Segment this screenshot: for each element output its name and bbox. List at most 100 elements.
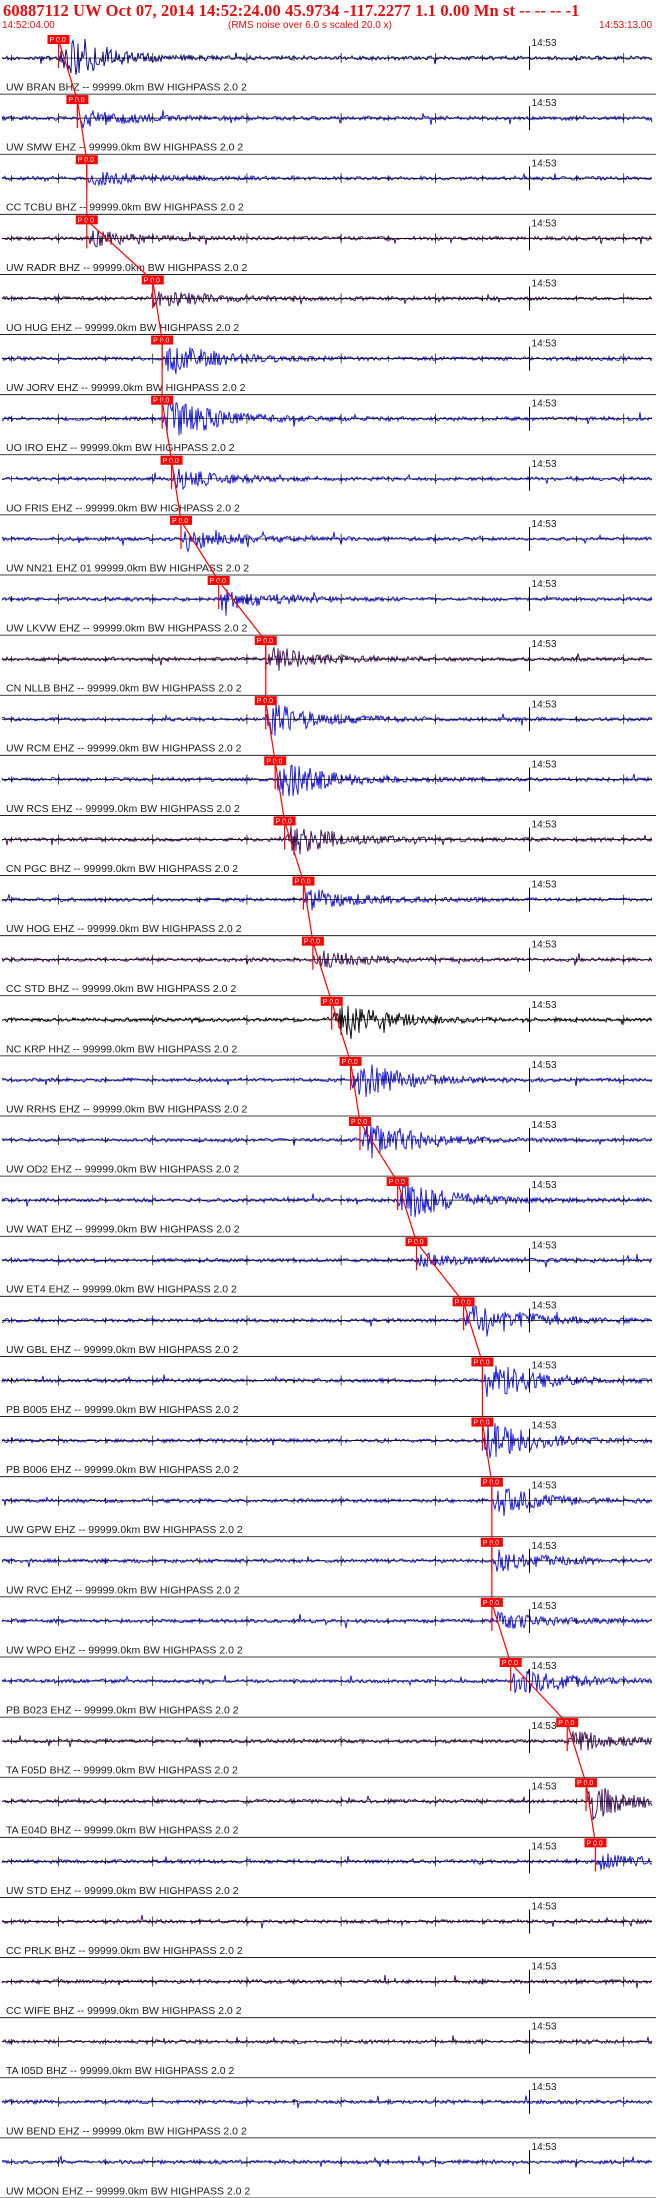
trace-35: 14:53 UW MOON EHZ -- 99999.0km BW HIGHPAS… (0, 2142, 656, 2198)
waveform-26 (1, 1610, 653, 1629)
trace-20: 14:53 UW ET4 EHZ -- 99999.0km BW HIGHPASS… (0, 1240, 656, 1297)
trace-label-0: UW BRAN BHZ -- 99999.0km BW HIGHPASS 2.0… (6, 82, 247, 94)
trace-12: 14:53 UW RCS EHZ -- 99999.0km BW HIGHPASS… (0, 759, 656, 816)
pick-label-23: P 0.0 (473, 1420, 489, 1427)
trace-label-9: UW LKVW EHZ -- 99999.0km BW HIGHPASS 2.0… (6, 623, 248, 635)
trace-26: 14:53 UW WPO EHZ -- 99999.0km BW HIGHPASS… (0, 1601, 656, 1658)
trace-label-13: CN PGC BHZ -- 99999.0km BW HIGHPASS 2.0 … (6, 863, 238, 875)
waveform-2 (1, 171, 653, 186)
pick-connector (312, 941, 333, 1002)
trace-32: 14:53 CC WIFE BHZ -- 99999.0km BW HIGHPAS… (0, 1962, 656, 2019)
seismogram-plot: 14:53 UW BRAN BHZ -- 99999.0km BW HIGHPAS… (0, 35, 656, 2198)
pick-label-28: P 0.0 (558, 1720, 574, 1727)
trace-8: 14:53UW NN21 EHZ 01 99999.0km BW HIGHPAS… (0, 519, 656, 576)
minute-tick-label: 14:53 (532, 1661, 557, 1672)
minute-tick-label: 14:53 (532, 399, 557, 410)
pick-label-22: P 0.0 (473, 1359, 489, 1366)
pick-label-8: P 0.0 (172, 518, 188, 525)
pick-label-19: P 0.0 (389, 1179, 405, 1186)
start-time: 14:52:04.00 (2, 20, 55, 31)
pick-label-25: P 0.0 (483, 1540, 499, 1547)
trace-label-10: CN NLLB BHZ -- 99999.0km BW HIGHPASS 2.0… (6, 683, 242, 695)
trace-7: 14:53 UO FRIS EHZ -- 99999.0km BW HIGHPAS… (0, 459, 656, 516)
pick-label-1: P 0.0 (68, 97, 84, 104)
minute-tick-label: 14:53 (532, 639, 557, 650)
minute-tick-label: 14:53 (532, 759, 557, 770)
trace-label-16: NC KRP HHZ -- 99999.0km BW HIGHPASS 2.0 … (6, 1043, 237, 1055)
trace-24: 14:53 UW GPW EHZ -- 99999.0km BW HIGHPASS… (0, 1481, 656, 1538)
waveform-30 (1, 1853, 653, 1871)
trace-label-24: UW GPW EHZ -- 99999.0km BW HIGHPASS 2.0 … (6, 1524, 243, 1536)
trace-label-22: PB B005 EHZ -- 99999.0km BW HIGHPASS 2.0… (6, 1404, 239, 1416)
minute-tick-label: 14:53 (532, 579, 557, 590)
trace-0: 14:53 UW BRAN BHZ -- 99999.0km BW HIGHPAS… (0, 38, 656, 95)
end-time: 14:53:13.00 (599, 20, 652, 31)
minute-tick-label: 14:53 (532, 1901, 557, 1912)
pick-connector (284, 821, 305, 882)
trace-label-28: TA F05D BHZ -- 99999.0km BW HIGHPASS 2.0… (6, 1765, 238, 1777)
minute-tick-label: 14:53 (532, 1180, 557, 1191)
trace-2: 14:53 CC TCBU BHZ -- 99999.0km BW HIGHPAS… (0, 158, 656, 215)
minute-tick-label: 14:53 (532, 2142, 557, 2153)
trace-label-6: UO IRO EHZ -- 99999.0km BW HIGHPASS 2.0 … (6, 442, 235, 454)
minute-tick-label: 14:53 (532, 38, 557, 49)
waveform-8 (1, 529, 653, 553)
pick-label-11: P 0.0 (257, 698, 273, 705)
waveform-1 (1, 109, 653, 129)
trace-18: 14:53 UW OD2 EHZ -- 99999.0km BW HIGHPASS… (0, 1120, 656, 1177)
minute-tick-label: 14:53 (532, 98, 557, 109)
pick-label-16: P 0.0 (323, 999, 339, 1006)
trace-5: 14:53 UW JORV EHZ -- 99999.0km BW HIGHPAS… (0, 339, 656, 396)
minute-tick-label: 14:53 (532, 1481, 557, 1492)
pick-label-27: P 0.0 (502, 1660, 518, 1667)
minute-tick-label: 14:53 (532, 218, 557, 229)
pick-connector (265, 701, 276, 762)
trace-label-34: UW BEND EHZ -- 99999.0km BW HIGHPASS 2.0… (6, 2125, 247, 2137)
minute-tick-label: 14:53 (532, 699, 557, 710)
trace-17: 14:53 UW RRHS EHZ -- 99999.0km BW HIGHPAS… (0, 1060, 656, 1117)
trace-label-11: UW RCM EHZ -- 99999.0km BW HIGHPASS 2.0 … (6, 743, 242, 755)
pick-label-0: P 0.0 (50, 37, 66, 44)
minute-tick-label: 14:53 (532, 459, 557, 470)
pick-label-2: P 0.0 (78, 157, 94, 164)
minute-tick-label: 14:53 (532, 1721, 557, 1732)
minute-tick-label: 14:53 (532, 1300, 557, 1311)
minute-tick-label: 14:53 (532, 339, 557, 350)
minute-tick-label: 14:53 (532, 940, 557, 951)
trace-13: 14:53 CN PGC BHZ -- 99999.0km BW HIGHPASS… (0, 819, 656, 876)
minute-tick-label: 14:53 (532, 1360, 557, 1371)
pick-label-15: P 0.0 (304, 939, 320, 946)
trace-label-30: UW STD EHZ -- 99999.0km BW HIGHPASS 2.0 … (6, 1885, 239, 1897)
trace-label-5: UW JORV EHZ -- 99999.0km BW HIGHPASS 2.0… (6, 382, 246, 394)
trace-34: 14:53 UW BEND EHZ -- 99999.0km BW HIGHPAS… (0, 2082, 656, 2139)
trace-label-12: UW RCS EHZ -- 99999.0km BW HIGHPASS 2.0 … (6, 803, 240, 815)
trace-9: 14:53 UW LKVW EHZ -- 99999.0km BW HIGHPAS… (0, 579, 656, 636)
trace-label-2: CC TCBU BHZ -- 99999.0km BW HIGHPASS 2.0… (6, 202, 244, 214)
scaling-note: (RMS noise over 6.0 s scaled 20.0 x) (228, 20, 392, 31)
pick-label-20: P 0.0 (407, 1239, 423, 1246)
trace-label-4: UO HUG EHZ -- 99999.0km BW HIGHPASS 2.0 … (6, 322, 239, 334)
pick-label-17: P 0.0 (342, 1059, 358, 1066)
trace-16: 14:53 NC KRP HHZ -- 99999.0km BW HIGHPASS… (0, 1000, 656, 1057)
pick-label-14: P 0.0 (294, 879, 310, 886)
minute-tick-label: 14:53 (532, 1240, 557, 1251)
pick-label-3: P 0.0 (78, 217, 94, 224)
pick-label-10: P 0.0 (257, 638, 273, 645)
waveform-15 (1, 950, 653, 968)
waveform-5 (1, 347, 653, 375)
trace-27: 14:53 PB B023 EHZ -- 99999.0km BW HIGHPAS… (0, 1661, 656, 1718)
pick-label-18: P 0.0 (351, 1119, 367, 1126)
pick-label-26: P 0.0 (483, 1600, 499, 1607)
trace-11: 14:53 UW RCM EHZ -- 99999.0km BW HIGHPASS… (0, 699, 656, 756)
minute-tick-label: 14:53 (532, 519, 557, 530)
trace-14: 14:53 UW HOG EHZ -- 99999.0km BW HIGHPASS… (0, 880, 656, 937)
trace-30: 14:53 UW STD EHZ -- 99999.0km BW HIGHPASS… (0, 1841, 656, 1898)
pick-label-5: P 0.0 (153, 338, 169, 345)
pick-connector (566, 1722, 587, 1784)
minute-tick-label: 14:53 (532, 1421, 557, 1432)
minute-tick-label: 14:53 (532, 278, 557, 289)
trace-28: 14:53 TA F05D BHZ -- 99999.0km BW HIGHPAS… (0, 1721, 656, 1778)
trace-1: 14:53 UW SMW EHZ -- 99999.0km BW HIGHPASS… (0, 98, 656, 155)
trace-21: 14:53 UW GBL EHZ -- 99999.0km BW HIGHPASS… (0, 1300, 656, 1357)
minute-tick-label: 14:53 (532, 1120, 557, 1131)
